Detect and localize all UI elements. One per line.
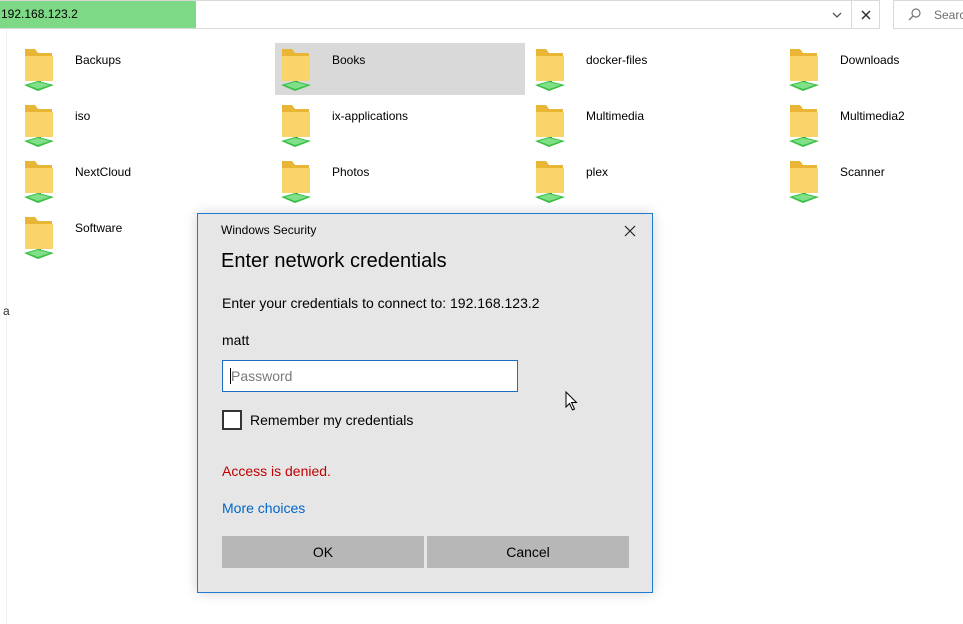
search-input[interactable]: Search bbox=[893, 0, 963, 29]
folder-label: iso bbox=[75, 109, 91, 123]
dialog-prompt: Enter your credentials to connect to: 19… bbox=[222, 295, 540, 311]
folder-label: plex bbox=[586, 165, 609, 179]
folder-item[interactable]: plex bbox=[529, 155, 779, 207]
search-icon bbox=[908, 7, 922, 26]
remember-credentials-label[interactable]: Remember my credentials bbox=[250, 412, 413, 428]
folder-label: Photos bbox=[332, 165, 370, 179]
cancel-button[interactable]: Cancel bbox=[427, 536, 629, 568]
folder-item[interactable]: iso bbox=[18, 99, 268, 151]
network-folder-icon bbox=[533, 45, 567, 93]
dialog-heading: Enter network credentials bbox=[221, 250, 447, 272]
network-folder-icon bbox=[22, 213, 56, 261]
network-folder-icon bbox=[279, 101, 313, 149]
folder-item[interactable]: docker-files bbox=[529, 43, 779, 95]
folder-label: NextCloud bbox=[75, 165, 132, 179]
folder-label: Multimedia2 bbox=[840, 109, 905, 123]
folder-label: ix-applications bbox=[332, 109, 409, 123]
nav-pane-edge: a bbox=[3, 30, 10, 624]
folder-item[interactable]: ix-applications bbox=[275, 99, 525, 151]
folder-item[interactable]: Multimedia2 bbox=[783, 99, 963, 151]
dialog-title: Windows Security bbox=[221, 223, 317, 237]
network-folder-icon bbox=[787, 101, 821, 149]
password-field[interactable] bbox=[222, 360, 518, 392]
network-folder-icon bbox=[787, 157, 821, 205]
error-message: Access is denied. bbox=[222, 463, 331, 479]
folder-label: Scanner bbox=[840, 165, 885, 179]
address-path[interactable]: 192.168.123.2 bbox=[1, 7, 78, 21]
address-bar[interactable]: 192.168.123.2 bbox=[0, 0, 880, 29]
stop-loading-icon[interactable] bbox=[851, 1, 880, 28]
folder-item[interactable]: Backups bbox=[18, 43, 268, 95]
folder-item[interactable]: Scanner bbox=[783, 155, 963, 207]
folder-label: Backups bbox=[75, 53, 122, 67]
network-folder-icon bbox=[279, 45, 313, 93]
text-caret bbox=[230, 368, 231, 384]
network-folder-icon bbox=[279, 157, 313, 205]
network-folder-icon bbox=[787, 45, 821, 93]
network-folder-icon bbox=[533, 157, 567, 205]
folder-item[interactable]: Books bbox=[275, 43, 525, 95]
network-folder-icon bbox=[533, 101, 567, 149]
folder-item[interactable]: Downloads bbox=[783, 43, 963, 95]
folder-label: docker-files bbox=[586, 53, 648, 67]
folder-item[interactable]: Multimedia bbox=[529, 99, 779, 151]
close-icon[interactable] bbox=[616, 220, 644, 242]
remember-credentials-checkbox[interactable] bbox=[222, 410, 242, 430]
folder-label: Software bbox=[75, 221, 123, 235]
more-choices-link[interactable]: More choices bbox=[222, 500, 305, 516]
network-folder-icon bbox=[22, 45, 56, 93]
folder-item[interactable]: Photos bbox=[275, 155, 525, 207]
chevron-down-icon[interactable] bbox=[826, 1, 848, 28]
ok-button[interactable]: OK bbox=[222, 536, 424, 568]
credentials-dialog: Windows Security Enter network credentia… bbox=[197, 213, 653, 593]
network-folder-icon bbox=[22, 157, 56, 205]
search-placeholder: Search bbox=[934, 8, 963, 22]
nav-pane-text-fragment: a bbox=[3, 304, 10, 318]
folder-label: Downloads bbox=[840, 53, 900, 67]
username-label: matt bbox=[222, 332, 250, 348]
folder-item[interactable]: NextCloud bbox=[18, 155, 268, 207]
mouse-pointer-icon bbox=[565, 390, 579, 416]
folder-label: Books bbox=[332, 53, 366, 67]
network-folder-icon bbox=[22, 101, 56, 149]
folder-label: Multimedia bbox=[586, 109, 645, 123]
